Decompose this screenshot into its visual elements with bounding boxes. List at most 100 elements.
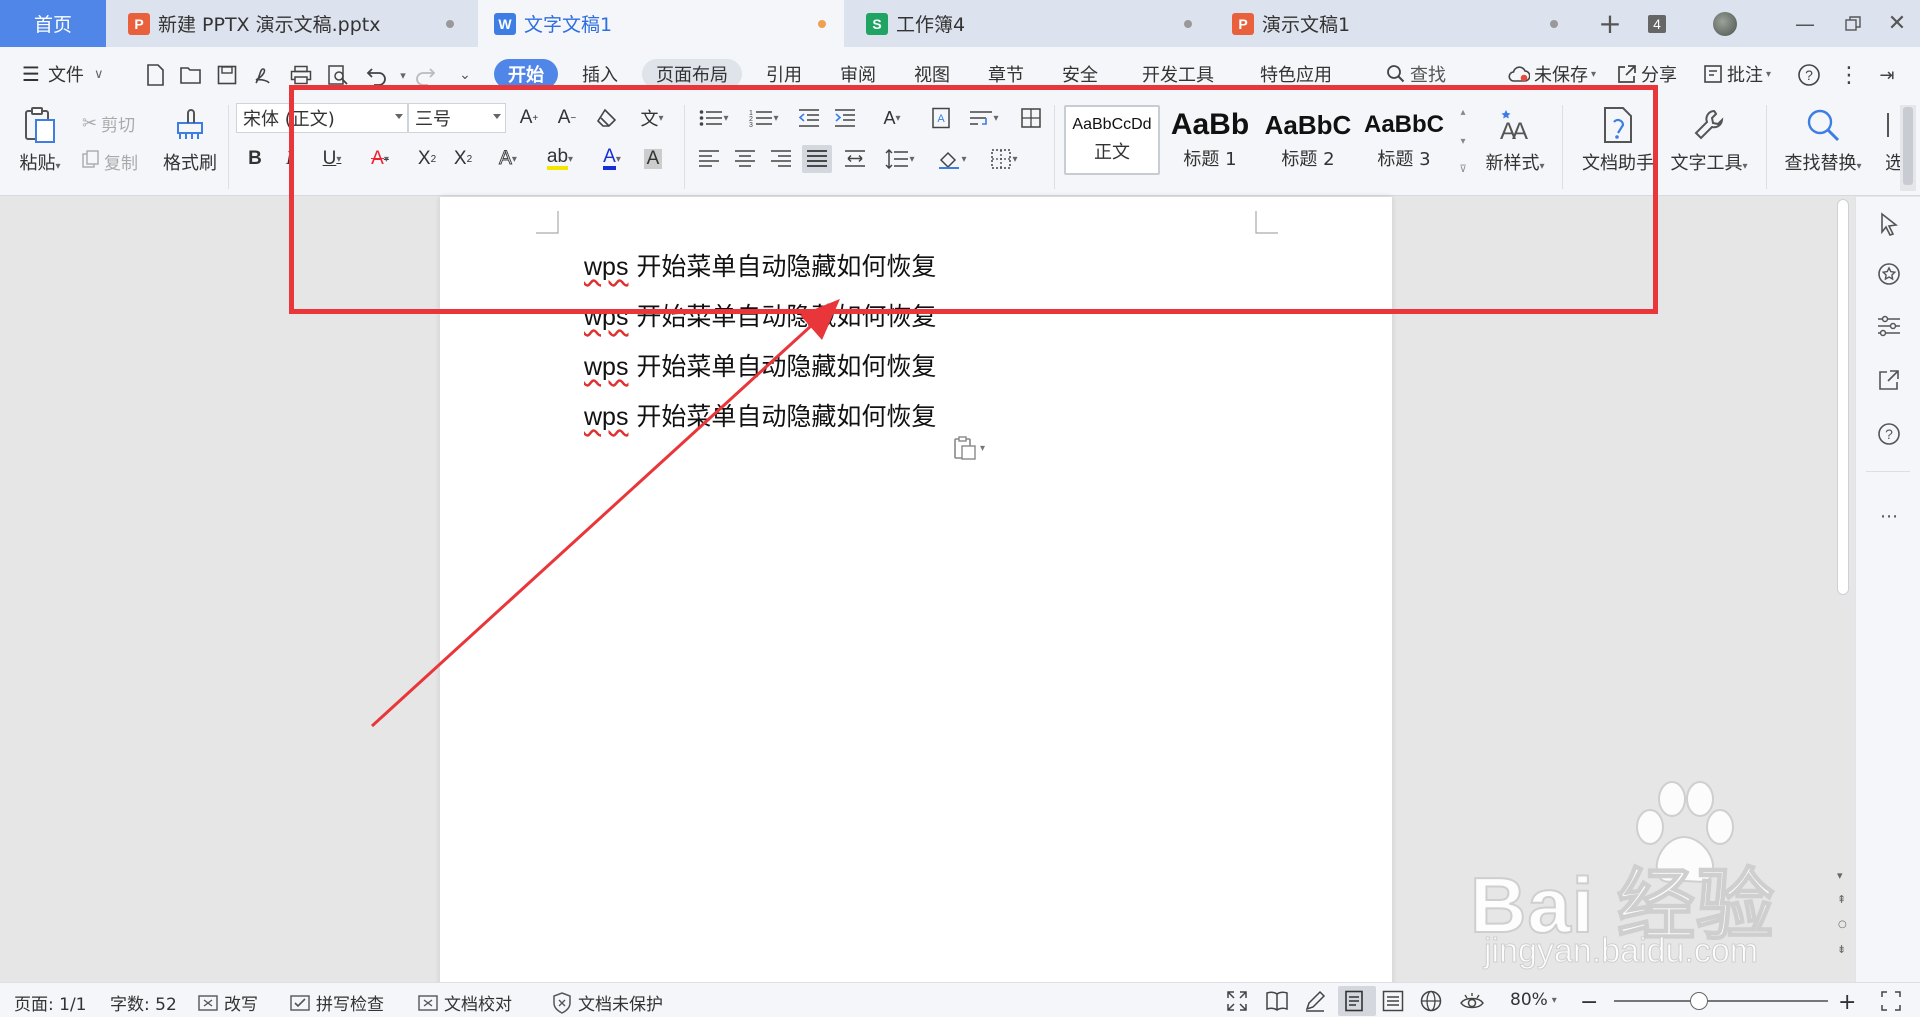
new-tab-plus-icon[interactable]: +	[1594, 0, 1626, 47]
tab-insert[interactable]: 插入	[572, 59, 628, 89]
document-paragraph[interactable]: wps 开始菜单自动隐藏如何恢复	[584, 347, 936, 383]
tab-page-layout[interactable]: 页面布局	[642, 59, 742, 89]
window-count-button[interactable]: 4	[1640, 0, 1674, 47]
tab-developer[interactable]: 开发工具	[1130, 59, 1226, 89]
share-export-icon[interactable]	[1876, 367, 1902, 393]
style-heading-1[interactable]: AaBb 标题 1	[1162, 105, 1258, 175]
tab-special-apps[interactable]: 特色应用	[1248, 59, 1344, 89]
misspelled-word[interactable]: wps	[584, 303, 628, 331]
style-badge-icon[interactable]	[1876, 261, 1902, 287]
page-indicator[interactable]: 页面: 1/1	[14, 990, 87, 1015]
help-icon[interactable]: ?	[1796, 62, 1822, 88]
comment-button[interactable]: 批注 ▾	[1692, 59, 1782, 89]
tab-writer-doc[interactable]: W 文字文稿1	[478, 0, 844, 47]
shading-icon[interactable]: ▾	[932, 145, 972, 173]
tab-security[interactable]: 安全	[1052, 59, 1108, 89]
protection-status[interactable]: 文档未保护	[552, 990, 663, 1015]
font-size-select[interactable]: 三号	[408, 103, 506, 133]
font-color-icon[interactable]: A ▾	[592, 145, 632, 173]
doc-assistant-button[interactable]: 文档助手	[1576, 105, 1660, 175]
font-name-select[interactable]: 宋体 (正文)	[236, 103, 408, 133]
outline-view-icon[interactable]	[1382, 990, 1410, 1012]
print-icon[interactable]	[288, 62, 314, 88]
tab-section[interactable]: 章节	[978, 59, 1034, 89]
text-effect-icon[interactable]: A ▾	[488, 145, 528, 173]
chevron-up-icon[interactable]: ▴	[1460, 107, 1465, 118]
paste-options-button[interactable]: ▾	[952, 435, 985, 461]
align-center-icon[interactable]	[730, 145, 760, 173]
tab-close-icon[interactable]	[1550, 20, 1558, 28]
zoom-level[interactable]: 80% ▾	[1510, 990, 1557, 1010]
italic-icon[interactable]: I	[274, 145, 304, 173]
chevron-down-icon[interactable]: ▾	[1460, 136, 1465, 147]
save-icon[interactable]	[214, 62, 240, 88]
tab-spreadsheet[interactable]: S 工作簿4	[850, 0, 1210, 47]
distributed-align-icon[interactable]	[840, 145, 870, 173]
prev-page-icon[interactable]: ⇞	[1837, 893, 1846, 906]
document-page[interactable]: wps 开始菜单自动隐藏如何恢复 wps 开始菜单自动隐藏如何恢复 wps 开始…	[440, 197, 1392, 997]
ribbon-scrollbar[interactable]	[1900, 105, 1916, 191]
scroll-down-icon[interactable]: ▾	[1837, 869, 1843, 882]
help-circle-icon[interactable]: ?	[1876, 421, 1902, 447]
style-normal[interactable]: AaBbCcDd 正文	[1064, 105, 1160, 175]
phonetic-guide-icon[interactable]: 文 ▾	[632, 104, 672, 132]
document-paragraph[interactable]: wps 开始菜单自动隐藏如何恢复	[584, 397, 936, 433]
numbered-list-icon[interactable]: 1 2 3 ▾	[744, 104, 784, 132]
align-left-icon[interactable]	[694, 145, 724, 173]
align-right-icon[interactable]	[766, 145, 796, 173]
char-shading-icon[interactable]: A	[638, 145, 668, 173]
pin-ribbon-icon[interactable]: ⇥	[1874, 62, 1900, 88]
export-pdf-icon[interactable]	[250, 62, 276, 88]
document-paragraph[interactable]: wps 开始菜单自动隐藏如何恢复	[584, 297, 936, 333]
highlight-icon[interactable]: ab ▾	[538, 145, 582, 173]
style-gallery-scroller[interactable]: ▴ ▾ ⊽	[1456, 107, 1470, 175]
zoom-out-icon[interactable]: −	[1580, 990, 1598, 1015]
spell-check-toggle[interactable]: 拼写检查	[290, 990, 384, 1015]
paste-button[interactable]: 粘贴▾	[14, 105, 66, 175]
tab-close-icon[interactable]	[1184, 20, 1192, 28]
decrease-indent-icon[interactable]	[794, 104, 824, 132]
reading-view-icon[interactable]	[1266, 990, 1294, 1012]
tab-pptx-new[interactable]: P 新建 PPTX 演示文稿.pptx	[112, 0, 472, 47]
customize-toolbar-icon[interactable]: ⌄	[452, 62, 478, 88]
table-border-icon[interactable]	[1016, 104, 1046, 132]
tab-start[interactable]: 开始	[494, 59, 558, 89]
chinese-layout-icon[interactable]: A	[926, 104, 956, 132]
avatar[interactable]	[1710, 0, 1740, 47]
page-view-icon[interactable]	[1338, 986, 1376, 1016]
tab-presentation[interactable]: P 演示文稿1	[1216, 0, 1576, 47]
misspelled-word[interactable]: wps	[584, 353, 628, 381]
tab-review[interactable]: 审阅	[830, 59, 886, 89]
share-button[interactable]: 分享	[1612, 59, 1682, 89]
misspelled-word[interactable]: wps	[584, 403, 628, 431]
word-count[interactable]: 字数: 52	[110, 990, 177, 1015]
fullscreen-icon[interactable]	[1226, 990, 1254, 1012]
decrease-font-icon[interactable]: A −	[552, 104, 582, 132]
tab-close-icon[interactable]	[446, 20, 454, 28]
tab-view[interactable]: 视图	[904, 59, 960, 89]
web-view-icon[interactable]	[1420, 990, 1448, 1012]
find-replace-button[interactable]: 查找替换▾	[1778, 105, 1868, 175]
style-heading-2[interactable]: AaBbC 标题 2	[1260, 105, 1356, 175]
cut-button[interactable]: ✂ 剪切	[82, 111, 135, 136]
subscript-icon[interactable]: X2	[448, 145, 478, 173]
close-icon[interactable]: ✕	[1882, 0, 1912, 47]
line-break-icon[interactable]: ▾	[964, 104, 1004, 132]
restore-icon[interactable]	[1838, 0, 1868, 47]
overwrite-toggle[interactable]: 改写	[198, 990, 258, 1015]
expand-gallery-icon[interactable]: ⊽	[1459, 164, 1466, 175]
edit-mode-icon[interactable]	[1304, 990, 1332, 1012]
zoom-slider-track[interactable]	[1614, 992, 1828, 1010]
bold-icon[interactable]: B	[240, 145, 270, 173]
zoom-slider-thumb[interactable]	[1690, 992, 1708, 1010]
file-menu[interactable]: ☰ 文件 ∨	[22, 59, 122, 89]
next-page-icon[interactable]: ⇟	[1837, 943, 1846, 956]
search-command[interactable]: 查找	[1366, 59, 1466, 89]
redo-icon[interactable]	[412, 62, 438, 88]
borders-icon[interactable]: ▾	[984, 145, 1024, 173]
vertical-scrollbar[interactable]: ▾ ⇞ ○ ⇟	[1831, 197, 1855, 997]
more-tools-icon[interactable]: ⋯	[1876, 503, 1902, 529]
print-preview-icon[interactable]	[325, 62, 351, 88]
bullet-list-icon[interactable]: ▾	[694, 104, 734, 132]
format-painter-button[interactable]: 格式刷	[160, 105, 220, 175]
